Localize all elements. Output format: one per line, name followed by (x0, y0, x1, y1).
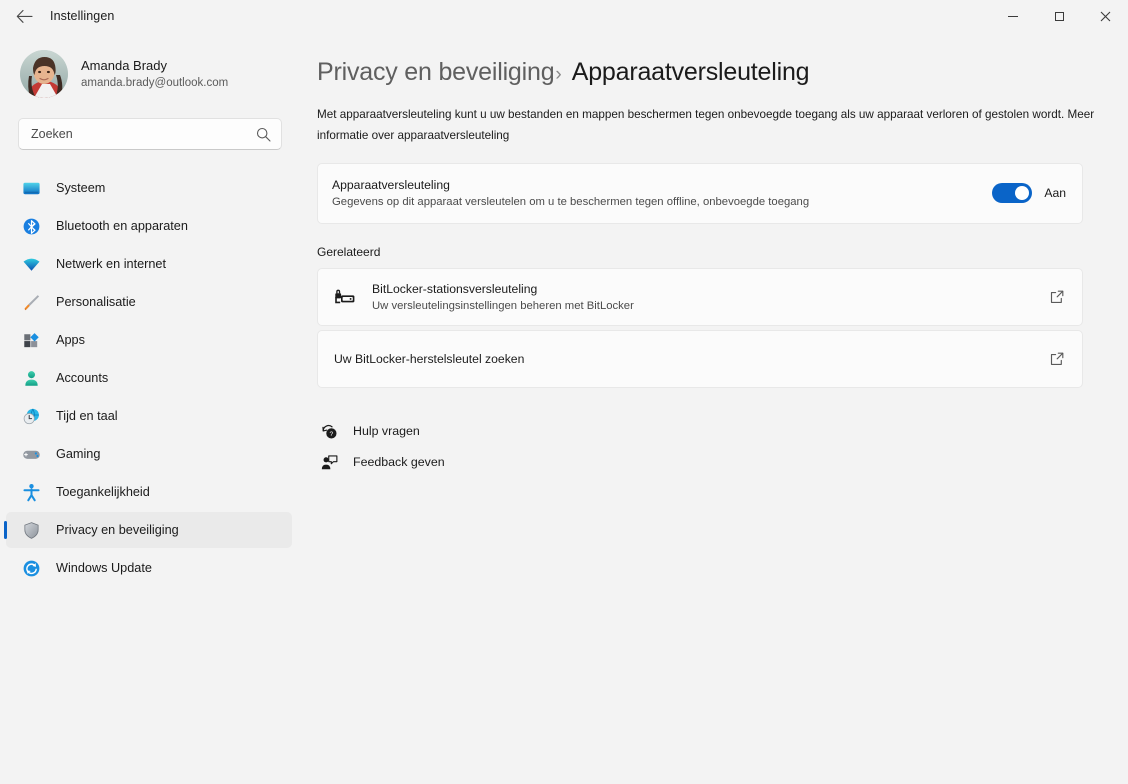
related-item-title: BitLocker-stationsversleuteling (372, 281, 538, 296)
sidebar-item-label: Windows Update (56, 561, 152, 575)
give-feedback-link[interactable]: Feedback geven (318, 447, 1128, 478)
profile-email: amanda.brady@outlook.com (81, 76, 229, 89)
related-item-title: Uw BitLocker-herstelsleutel zoeken (334, 351, 525, 366)
search-box[interactable] (18, 118, 282, 150)
shield-icon (20, 519, 42, 541)
device-encryption-card: Apparaatversleuteling Gegevens op dit ap… (317, 162, 1083, 224)
device-encryption-subtitle: Gegevens op dit apparaat versleutelen om… (332, 196, 810, 209)
minimize-icon (1008, 15, 1018, 17)
sidebar-item-label: Netwerk en internet (56, 257, 167, 271)
sidebar-item-label: Apps (56, 333, 85, 347)
sidebar-item-label: Accounts (56, 371, 109, 385)
open-external-icon[interactable] (1048, 351, 1066, 367)
accessibility-icon (20, 481, 42, 503)
back-button[interactable] (6, 1, 42, 31)
search-icon (256, 127, 271, 147)
breadcrumb: Privacy en beveiliging › Apparaatversleu… (300, 32, 1128, 87)
wifi-icon (20, 253, 42, 275)
sidebar-item-accounts[interactable]: Accounts (6, 360, 292, 396)
clock-globe-icon (20, 405, 42, 427)
gamepad-icon (20, 443, 42, 465)
sidebar-item-label: Privacy en beveiliging (56, 523, 179, 537)
settings-window: Instellingen Amanda Brady amanda.brady@o… (0, 0, 1128, 784)
sidebar-item-label: Bluetooth en apparaten (56, 219, 188, 233)
sidebar-item-label: Gaming (56, 447, 101, 461)
search-section (0, 98, 300, 150)
svg-text:?: ? (329, 430, 333, 437)
window-controls (990, 0, 1128, 32)
sidebar-item-apps[interactable]: Apps (6, 322, 292, 358)
apps-icon (20, 329, 42, 351)
breadcrumb-parent[interactable]: Privacy en beveiliging (317, 58, 555, 87)
sidebar-item-privacy-en-beveiliging[interactable]: Privacy en beveiliging (4, 512, 292, 548)
close-button[interactable] (1082, 0, 1128, 32)
main-content: Privacy en beveiliging › Apparaatversleu… (300, 32, 1128, 784)
help-link-label: Hulp vragen (353, 424, 420, 439)
chevron-right-icon: › (555, 64, 562, 85)
related-item-subtitle: Uw versleutelingsinstellingen beheren me… (372, 299, 634, 312)
sidebar-item-bluetooth-en-apparaten[interactable]: Bluetooth en apparaten (6, 208, 292, 244)
sidebar-item-systeem[interactable]: Systeem (6, 170, 292, 206)
sidebar-item-toegankelijkheid[interactable]: Toegankelijkheid (6, 474, 292, 510)
sidebar-item-label: Tijd en taal (56, 409, 118, 423)
sidebar-item-netwerk-en-internet[interactable]: Netwerk en internet (6, 246, 292, 282)
profile-section[interactable]: Amanda Brady amanda.brady@outlook.com (0, 32, 300, 98)
bitlocker-drive-encryption-item[interactable]: BitLocker-stationsversleuteling Uw versl… (317, 267, 1083, 326)
paintbrush-icon (20, 291, 42, 313)
refresh-icon (20, 557, 42, 579)
user-avatar-photo (20, 50, 68, 98)
bitlocker-recovery-key-item[interactable]: Uw BitLocker-herstelsleutel zoeken (317, 329, 1083, 388)
sidebar-item-gaming[interactable]: Gaming (6, 436, 292, 472)
avatar (20, 50, 68, 98)
maximize-button[interactable] (1036, 0, 1082, 32)
page-title: Apparaatversleuteling (571, 58, 810, 86)
sidebar: Amanda Brady amanda.brady@outlook.com Zo… (0, 32, 300, 784)
sidebar-nav: Systeem Bluetooth en apparaten Netwerk e… (0, 170, 300, 586)
sidebar-item-personalisatie[interactable]: Personalisatie (6, 284, 292, 320)
feedback-person-icon (318, 454, 340, 471)
profile-name: Amanda Brady (81, 57, 167, 73)
back-arrow-icon (16, 9, 33, 23)
person-icon (20, 367, 42, 389)
device-encryption-title: Apparaatversleuteling (332, 178, 450, 193)
sidebar-item-windows-update[interactable]: Windows Update (6, 550, 292, 586)
sidebar-item-label: Personalisatie (56, 295, 136, 309)
toggle-knob (1015, 186, 1030, 201)
help-link-label: Feedback geven (353, 455, 445, 470)
sidebar-item-tijd-en-taal[interactable]: Tijd en taal (6, 398, 292, 434)
monitor-icon (20, 177, 42, 199)
related-heading: Gerelateerd (317, 244, 381, 259)
app-title: Instellingen (50, 9, 115, 23)
help-links: ? Hulp vragen Feedback geven (318, 416, 1128, 478)
search-input[interactable] (19, 127, 281, 141)
minimize-button[interactable] (990, 0, 1036, 32)
page-description: Met apparaatversleuteling kunt u uw best… (317, 108, 1095, 143)
get-help-link[interactable]: ? Hulp vragen (318, 416, 1128, 447)
toggle-state-label: Aan (1044, 186, 1066, 201)
help-question-icon: ? (318, 423, 340, 440)
device-encryption-toggle-area: Aan (992, 183, 1066, 204)
open-external-icon[interactable] (1048, 289, 1066, 305)
sidebar-item-label: Systeem (56, 181, 106, 195)
bitlocker-drive-icon (332, 287, 358, 307)
bluetooth-icon (20, 215, 42, 237)
close-icon (1100, 11, 1110, 21)
device-encryption-toggle[interactable] (992, 183, 1033, 204)
maximize-icon (1054, 11, 1064, 21)
title-bar: Instellingen (0, 0, 1128, 32)
sidebar-item-label: Toegankelijkheid (56, 485, 150, 499)
